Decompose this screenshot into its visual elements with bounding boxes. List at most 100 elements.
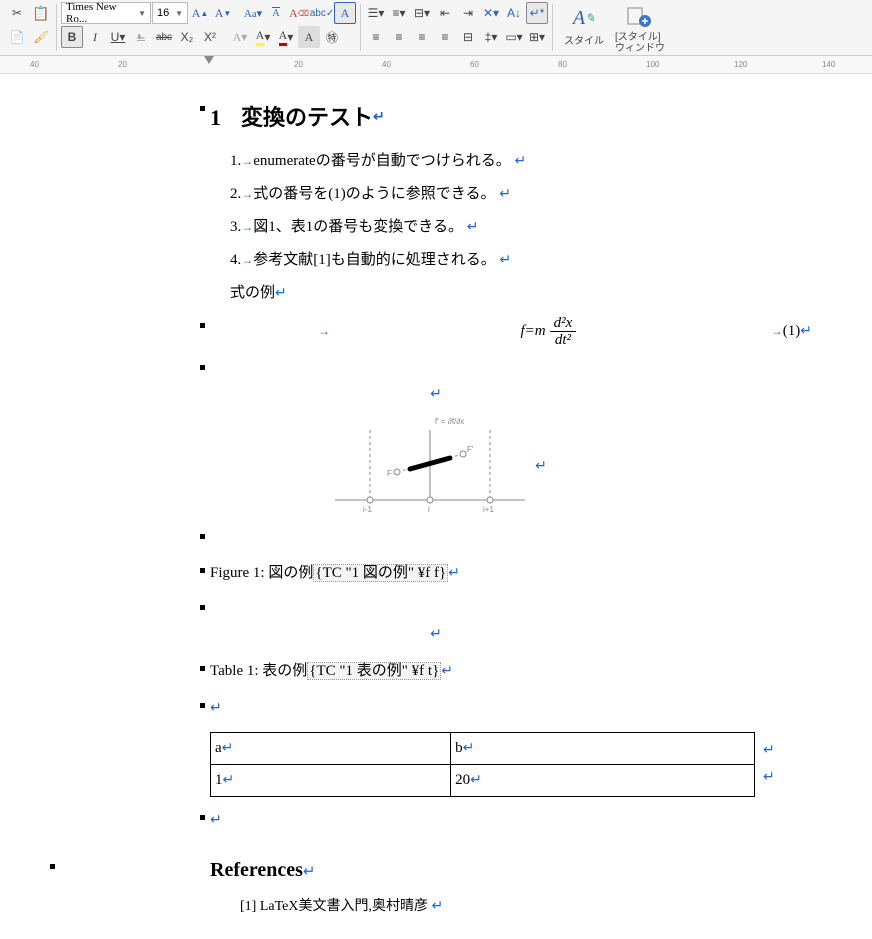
indent-marker-icon[interactable] bbox=[204, 56, 214, 66]
align-center-button[interactable]: ≡ bbox=[388, 26, 410, 48]
pilcrow-icon: ↵ bbox=[441, 664, 453, 679]
svg-text:f' = ∂f/∂x: f' = ∂f/∂x bbox=[435, 417, 464, 426]
horizontal-ruler[interactable]: 40 20 20 40 60 80 100 120 140 bbox=[0, 56, 872, 74]
bullets-button[interactable]: ☰▾ bbox=[365, 2, 387, 24]
list-item: 1.→enumerateの番号が自動でつけられる。 ↵ bbox=[60, 148, 812, 175]
font-family-value: Times New Ro... bbox=[66, 1, 138, 25]
figure-caption: Figure 1: 図の例{TC "1 図の例" ¥f f}↵ bbox=[60, 560, 812, 587]
highlight-button[interactable]: A▾ bbox=[252, 26, 274, 48]
para-bullet-icon bbox=[200, 666, 205, 671]
asian-layout-button[interactable]: ✕▾ bbox=[480, 2, 502, 24]
para-bullet-icon bbox=[200, 534, 205, 539]
shrink-font-button[interactable]: A▼ bbox=[212, 2, 234, 24]
spelling-button[interactable]: abc✓ bbox=[311, 2, 333, 24]
heading-bullet-icon bbox=[200, 106, 205, 111]
styles-button[interactable]: A✎ スタイル bbox=[557, 2, 611, 49]
superscript-button[interactable]: X² bbox=[199, 26, 221, 48]
character-border-button[interactable]: A bbox=[334, 2, 356, 24]
underline-button[interactable]: U▾ bbox=[107, 26, 129, 48]
align-right-button[interactable]: ≡ bbox=[411, 26, 433, 48]
justify-button[interactable]: ≡ bbox=[434, 26, 456, 48]
pilcrow-icon: ↵ bbox=[432, 899, 444, 914]
font-color-button[interactable]: A▾ bbox=[275, 26, 297, 48]
format-paint-button[interactable]: 🖌 bbox=[30, 26, 52, 48]
pilcrow-icon: ↵ bbox=[467, 220, 479, 235]
pilcrow-icon: ↵ bbox=[430, 387, 442, 402]
tab-icon: → bbox=[241, 154, 253, 168]
svg-text:i-1: i-1 bbox=[363, 505, 372, 514]
chevron-down-icon: ▼ bbox=[175, 9, 183, 18]
styles-pane-icon bbox=[626, 4, 654, 32]
font-size-combo[interactable]: 16▼ bbox=[152, 2, 188, 24]
multilevel-button[interactable]: ⊟▾ bbox=[411, 2, 433, 24]
pilcrow-icon: ↵ bbox=[500, 253, 512, 268]
pilcrow-icon: ↵ bbox=[763, 770, 775, 785]
toolbar: ✂ 📄 📋 🖌 Times New Ro...▼ 16▼ A▲ A▼ Aa▾ A… bbox=[0, 0, 872, 56]
char-shading-button[interactable]: A bbox=[298, 26, 320, 48]
figure-diagram: f' = ∂f/∂x F F' i-1 i i+1 ↵ bbox=[60, 412, 812, 522]
shading-fill-button[interactable]: ▭▾ bbox=[503, 26, 525, 48]
italic-button[interactable]: I bbox=[84, 26, 106, 48]
font-family-combo[interactable]: Times New Ro...▼ bbox=[61, 2, 151, 24]
para-bullet-icon bbox=[50, 864, 55, 869]
grow-font-button[interactable]: A▲ bbox=[189, 2, 211, 24]
pilcrow-icon: ↵ bbox=[470, 773, 482, 788]
pilcrow-icon: ↵ bbox=[275, 286, 287, 301]
equation: → f=m d²xdt² → (1)↵ bbox=[60, 315, 812, 349]
pilcrow-icon: ↵ bbox=[463, 741, 475, 756]
list-item: 3.→図1、表1の番号も変換できる。 ↵ bbox=[60, 214, 812, 241]
tab-icon: → bbox=[241, 253, 253, 267]
increase-indent-button[interactable]: ⇥ bbox=[457, 2, 479, 24]
pilcrow-icon: ↵ bbox=[210, 701, 222, 716]
show-marks-button[interactable]: ↵* bbox=[526, 2, 548, 24]
styles-pane-label: [スタイル] ウィンドウ bbox=[615, 32, 665, 54]
pilcrow-icon: ↵ bbox=[535, 454, 547, 479]
para-bullet-icon bbox=[200, 323, 205, 328]
phonetic-guide-button[interactable]: A bbox=[265, 2, 287, 24]
decrease-indent-button[interactable]: ⇤ bbox=[434, 2, 456, 24]
tab-icon: → bbox=[210, 321, 330, 343]
pilcrow-icon: ↵ bbox=[373, 105, 385, 130]
subscript-button[interactable]: X₂ bbox=[176, 26, 198, 48]
heading-1: 1変換のテスト↵ bbox=[210, 98, 812, 138]
change-case-button[interactable]: Aa▾ bbox=[242, 2, 264, 24]
pilcrow-icon: ↵ bbox=[448, 566, 460, 581]
sort-button[interactable]: A↓ bbox=[503, 2, 525, 24]
svg-text:F: F bbox=[387, 469, 392, 478]
styles-pane-button[interactable]: [スタイル] ウィンドウ bbox=[613, 2, 667, 56]
tab-icon: → bbox=[241, 220, 253, 234]
diagram-svg: f' = ∂f/∂x F F' i-1 i i+1 bbox=[325, 412, 535, 522]
tc-field: {TC "1 図の例" ¥f f} bbox=[313, 564, 448, 582]
bold-button[interactable]: B bbox=[61, 26, 83, 48]
list-item: 2.→式の番号を(1)のように参照できる。 ↵ bbox=[60, 181, 812, 208]
references-heading: References↵ bbox=[60, 852, 812, 888]
copy-button[interactable]: 📄 bbox=[6, 26, 28, 48]
equation-label: 式の例↵ bbox=[60, 280, 812, 307]
strike-button[interactable]: abc bbox=[153, 26, 175, 48]
para-bullet-icon bbox=[200, 703, 205, 708]
pilcrow-icon: ↵ bbox=[303, 864, 316, 880]
double-underline-button[interactable]: ⎁ bbox=[130, 26, 152, 48]
svg-text:F': F' bbox=[467, 445, 474, 454]
styles-label: スタイル bbox=[564, 32, 604, 47]
distribute-button[interactable]: ⊟ bbox=[457, 26, 479, 48]
shadow-button[interactable]: A▾ bbox=[229, 26, 251, 48]
borders-button[interactable]: ⊞▾ bbox=[526, 26, 548, 48]
document-page[interactable]: 1変換のテスト↵ 1.→enumerateの番号が自動でつけられる。 ↵ 2.→… bbox=[0, 74, 872, 939]
svg-text:i+1: i+1 bbox=[483, 505, 494, 514]
para-bullet-icon bbox=[200, 568, 205, 573]
line-spacing-button[interactable]: ‡▾ bbox=[480, 26, 502, 48]
pilcrow-icon: ↵ bbox=[499, 187, 511, 202]
data-table: a↵b↵ 1↵20↵ bbox=[210, 732, 755, 797]
align-left-button[interactable]: ≡ bbox=[365, 26, 387, 48]
enclose-char-button[interactable]: ㊕ bbox=[321, 26, 343, 48]
paste-button[interactable]: 📋 bbox=[30, 2, 52, 24]
clear-formatting-button[interactable]: A⌫ bbox=[288, 2, 310, 24]
table-caption: Table 1: 表の例{TC "1 表の例" ¥f t}↵ bbox=[60, 658, 812, 685]
table-row: 1↵20↵ bbox=[211, 764, 755, 796]
pilcrow-icon: ↵ bbox=[430, 627, 442, 642]
para-bullet-icon bbox=[200, 815, 205, 820]
cut-button[interactable]: ✂ bbox=[6, 2, 28, 24]
pilcrow-icon: ↵ bbox=[223, 773, 235, 788]
numbering-button[interactable]: ≡▾ bbox=[388, 2, 410, 24]
